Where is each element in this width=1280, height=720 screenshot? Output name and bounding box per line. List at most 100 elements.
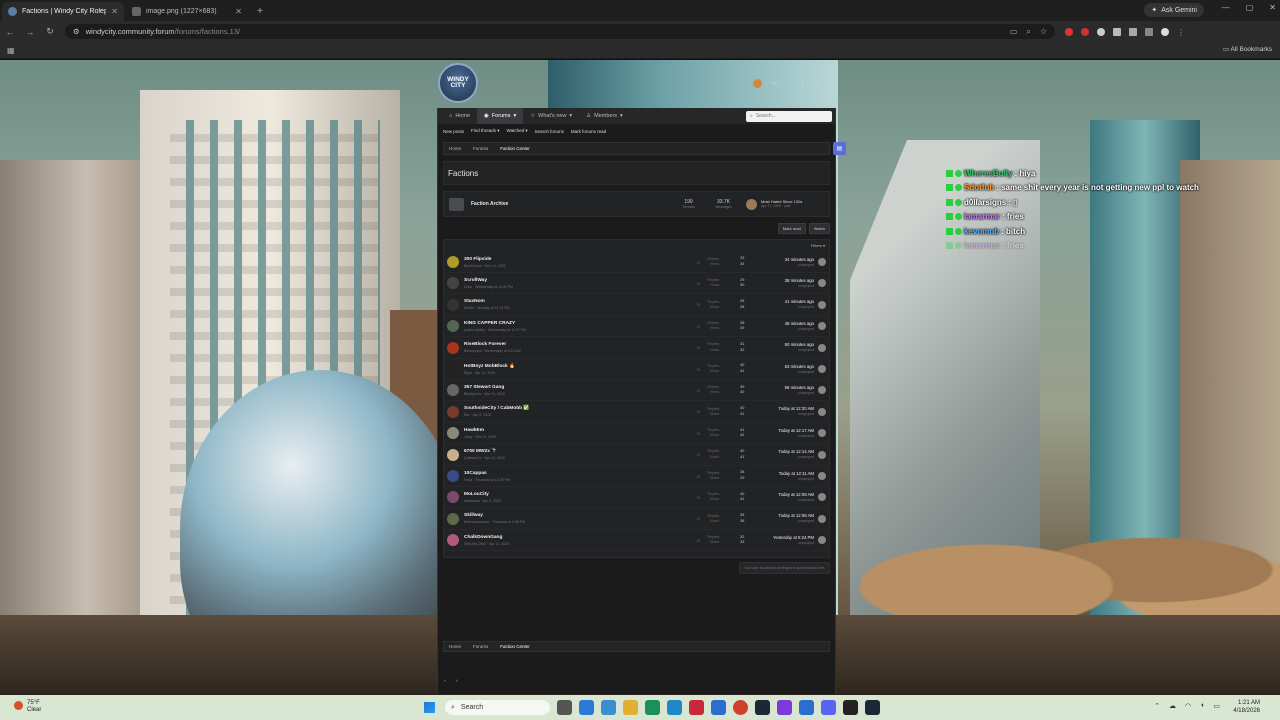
thread-title[interactable]: HotBoyz MobBlock 🔥 [464, 364, 677, 369]
last-post-time[interactable]: Today at 12:08 AM [778, 492, 814, 497]
thread-title[interactable]: ChalkDownGang [464, 535, 677, 540]
last-post-user[interactable]: unsyruped [746, 477, 814, 482]
subnav-watched[interactable]: Watched ▾ [507, 128, 528, 134]
avatar[interactable] [818, 429, 827, 438]
close-icon[interactable]: ✕ [1269, 3, 1276, 12]
last-post[interactable]: 41 minutes ago unsyruped [746, 299, 814, 310]
last-post[interactable]: 34 minutes ago unsyruped [746, 257, 814, 268]
clock[interactable]: 1:21 AM 4/18/2026 [1233, 699, 1260, 715]
weather-widget[interactable]: 75°F Clear [14, 700, 41, 714]
last-post-user[interactable]: unsyruped [746, 455, 814, 460]
chevron-down-icon[interactable]: ▾ [620, 113, 623, 119]
sidebar-icon[interactable] [1145, 27, 1153, 36]
avatar[interactable] [447, 491, 459, 504]
chat-username[interactable]: WheresBully [964, 169, 1012, 178]
table-row[interactable]: Skillway thismeisauncure · Thursday at 9:… [444, 509, 829, 530]
avatar[interactable] [447, 277, 459, 290]
thread-title[interactable]: 6700 MW2x 🔭 [464, 449, 677, 454]
last-post-time[interactable]: Today at 12:17 AM [778, 428, 814, 433]
avatar[interactable] [818, 450, 827, 459]
app-icon[interactable] [843, 700, 858, 715]
last-post[interactable]: 53 minutes ago unsyruped [746, 364, 814, 375]
avatar[interactable] [447, 448, 459, 461]
tab-home[interactable]: ⌂ Home [442, 108, 477, 124]
thread-title[interactable]: Skillway [464, 513, 677, 518]
last-post[interactable]: 58 minutes ago unsyruped [746, 385, 814, 396]
task-view-icon[interactable] [557, 700, 572, 715]
table-row[interactable]: HotBoyz MobBlock 🔥 Ryan · Apr 10, 2026 ⊟ Re… [444, 359, 829, 380]
back-icon[interactable]: ← [5, 27, 15, 37]
chrome-icon[interactable] [733, 700, 748, 715]
table-row[interactable]: SouthsideCity / CabMobb ✅ Bex · Apr 8, 20… [444, 402, 829, 423]
last-post[interactable]: 38 minutes ago unsyruped [746, 278, 814, 289]
star-icon[interactable]: ☆ [1040, 27, 1047, 37]
install-icon[interactable]: ▭ [1010, 27, 1018, 37]
last-post[interactable]: Today at 12:14 AM unsyruped [746, 449, 814, 460]
subnav-search-forums[interactable]: Search forums [535, 129, 564, 134]
extension-icon[interactable] [1097, 27, 1105, 36]
app-icon[interactable] [579, 700, 594, 715]
address-bar[interactable]: ⚙ windycity.community.forum/forums/facti… [65, 24, 1055, 39]
wifi-icon[interactable]: ◠ [1185, 702, 1191, 710]
app-icon[interactable] [777, 700, 792, 715]
thread-title[interactable]: KING CAPPER CRAZY [464, 321, 677, 326]
avatar[interactable] [447, 298, 459, 311]
thread-title[interactable]: MoLouCity [464, 492, 677, 497]
close-icon[interactable]: ✕ [235, 7, 242, 16]
battery-icon[interactable]: ▭ [1213, 702, 1220, 710]
inbox-icon[interactable]: ✉ [772, 81, 777, 87]
settings-icon[interactable]: ⚙ [828, 81, 833, 87]
forward-icon[interactable]: → [25, 27, 35, 37]
chat-username[interactable]: d0llarsigns [964, 198, 1006, 207]
avatar[interactable] [818, 300, 827, 309]
last-post[interactable]: Most Hated Since 100s Apr 17, 2026 · yaki [746, 198, 802, 210]
chevron-down-icon[interactable]: ▾ [513, 113, 516, 119]
zoom-icon[interactable]: ⌕ [1026, 27, 1030, 37]
app-icon[interactable] [689, 700, 704, 715]
mark-read-button[interactable]: Mark read [777, 223, 806, 234]
avatar[interactable] [818, 365, 827, 373]
avatar[interactable] [818, 407, 827, 416]
thread-title[interactable]: 10Cappas [464, 471, 677, 476]
last-post[interactable]: Today at 12:17 AM unsyruped [746, 428, 814, 439]
minimize-icon[interactable]: — [1222, 3, 1230, 12]
avatar[interactable] [818, 493, 827, 502]
avatar[interactable] [447, 534, 459, 547]
last-post-user[interactable]: unsyruped [746, 519, 814, 524]
windows-start-icon[interactable] [424, 702, 435, 713]
avatar[interactable] [447, 256, 459, 268]
avatar[interactable] [818, 343, 827, 352]
last-post-user[interactable]: unsyruped [746, 348, 814, 353]
avatar[interactable] [818, 258, 827, 266]
tab-whats-new[interactable]: ☆ What's new ▾ [523, 108, 579, 124]
ask-gemini-button[interactable]: ✦ Ask Gemini [1144, 3, 1204, 17]
last-post-user[interactable]: unsyruped [746, 498, 814, 503]
last-post[interactable]: 48 minutes ago unsyruped [746, 321, 814, 332]
crumb-forums[interactable]: Forums [473, 644, 488, 649]
bell-icon[interactable]: ◔ [787, 81, 790, 87]
avatar[interactable] [447, 341, 459, 354]
close-icon[interactable]: ✕ [111, 7, 118, 16]
last-post-time[interactable]: 53 minutes ago [785, 364, 814, 369]
crumb-home[interactable]: Home [449, 146, 461, 151]
crumb-home[interactable]: Home [449, 644, 461, 649]
last-post[interactable]: Yesterday at 5:24 PM unsyruped [746, 535, 814, 546]
last-post[interactable]: Today at 12:11 AM unsyruped [746, 471, 814, 482]
app-icon[interactable] [711, 700, 726, 715]
chat-username[interactable]: kevomob [964, 227, 999, 236]
last-post-time[interactable]: 50 minutes ago [785, 342, 814, 347]
discord-icon[interactable] [821, 700, 836, 715]
last-post-user[interactable]: unsyruped [746, 391, 814, 396]
last-post-user[interactable]: unsyruped [746, 305, 814, 310]
avatar[interactable] [447, 363, 459, 375]
extension-icon[interactable] [1113, 27, 1121, 36]
table-row[interactable]: RiseBlock Forever Bleaveyork · Wednesday … [444, 338, 829, 359]
chevron-down-icon[interactable]: ▾ [569, 113, 572, 119]
avatar[interactable] [746, 198, 757, 210]
chat-username[interactable]: lamarmar [964, 241, 1000, 250]
thread-title[interactable]: HawkEm [464, 428, 677, 433]
table-row[interactable]: StaxNom Medlin · Monday at 11:13 PM ⊟ Repli… [444, 295, 829, 316]
table-row[interactable]: ChalkDownGang DREAM-OMG · Apr 11, 2026 ⊟ Re… [444, 530, 829, 552]
avatar[interactable] [447, 320, 459, 333]
last-post-user[interactable]: unsyruped [746, 284, 814, 289]
